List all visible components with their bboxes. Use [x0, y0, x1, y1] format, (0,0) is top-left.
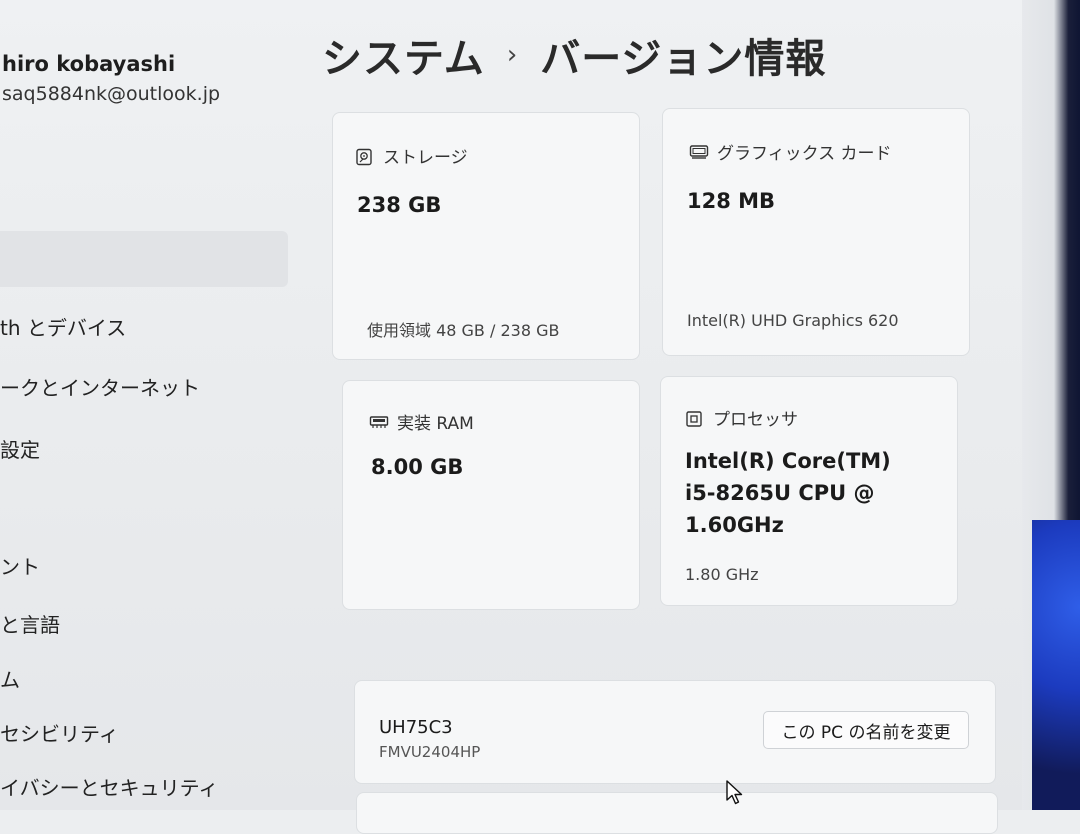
storage-label: ストレージ — [383, 148, 468, 168]
graphics-label: グラフィックス カード — [717, 144, 892, 164]
graphics-adapter-name: Intel(R) UHD Graphics 620 — [687, 311, 899, 330]
mouse-cursor-icon — [726, 780, 744, 806]
device-name-card: UH75C3 FMVU2404HP この PC の名前を変更 — [354, 680, 996, 784]
breadcrumb-system[interactable]: システム — [322, 26, 485, 84]
sidebar-item-gaming[interactable]: ム — [0, 664, 20, 693]
hard-drive-icon — [355, 148, 373, 165]
sidebar-item-privacy-security[interactable]: イバシーとセキュリティ — [0, 772, 218, 801]
display-adapter-icon — [689, 144, 709, 160]
processor-line-1: Intel(R) Core(TM) — [685, 449, 891, 473]
device-model: FMVU2404HP — [379, 743, 481, 761]
sidebar-item-bluetooth-devices[interactable]: th とデバイス — [0, 312, 126, 341]
sidebar-item-selected[interactable] — [0, 231, 288, 287]
storage-usage: 使用領域 48 GB / 238 GB — [367, 321, 560, 340]
next-section-card — [356, 792, 998, 834]
processor-speed: 1.80 GHz — [685, 565, 759, 584]
device-name: UH75C3 — [379, 717, 453, 738]
processor-line-3: 1.60GHz — [685, 513, 784, 537]
processor-line-2: i5-8265U CPU @ — [685, 481, 875, 505]
storage-card: ストレージ 238 GB 使用領域 48 GB / 238 GB — [332, 112, 640, 360]
graphics-card: グラフィックス カード 128 MB Intel(R) UHD Graphics… — [662, 108, 970, 356]
processor-label: プロセッサ — [713, 410, 798, 430]
user-name: hiro kobayashi — [2, 52, 176, 76]
sidebar-item-accounts[interactable]: ント — [0, 551, 40, 580]
memory-icon — [369, 414, 389, 430]
ram-card: 実装 RAM 8.00 GB — [342, 380, 640, 610]
sidebar-item-time-language[interactable]: と言語 — [0, 609, 60, 638]
storage-value: 238 GB — [357, 193, 442, 217]
processor-card: プロセッサ Intel(R) Core(TM) i5-8265U CPU @ 1… — [660, 376, 958, 606]
breadcrumb-separator: › — [506, 40, 519, 70]
graphics-value: 128 MB — [687, 189, 776, 213]
page-title: システム › バージョン情報 — [322, 26, 826, 84]
desktop-wallpaper — [1032, 520, 1080, 810]
processor-value: Intel(R) Core(TM) i5-8265U CPU @ 1.60GHz — [685, 445, 891, 541]
sidebar-item-accessibility[interactable]: セシビリティ — [0, 718, 119, 747]
ram-value: 8.00 GB — [371, 455, 464, 479]
sidebar: hiro kobayashi saq5884nk@outlook.jp th と… — [0, 0, 300, 810]
settings-window: hiro kobayashi saq5884nk@outlook.jp th と… — [0, 0, 1080, 834]
processor-icon — [685, 410, 703, 427]
rename-pc-button[interactable]: この PC の名前を変更 — [763, 711, 969, 749]
page-heading: バージョン情報 — [540, 36, 827, 82]
sidebar-item-network-internet[interactable]: ークとインターネット — [0, 372, 200, 401]
sidebar-item-personalization[interactable]: 設定 — [0, 434, 40, 463]
ram-label: 実装 RAM — [397, 414, 474, 434]
user-email: saq5884nk@outlook.jp — [2, 83, 221, 105]
